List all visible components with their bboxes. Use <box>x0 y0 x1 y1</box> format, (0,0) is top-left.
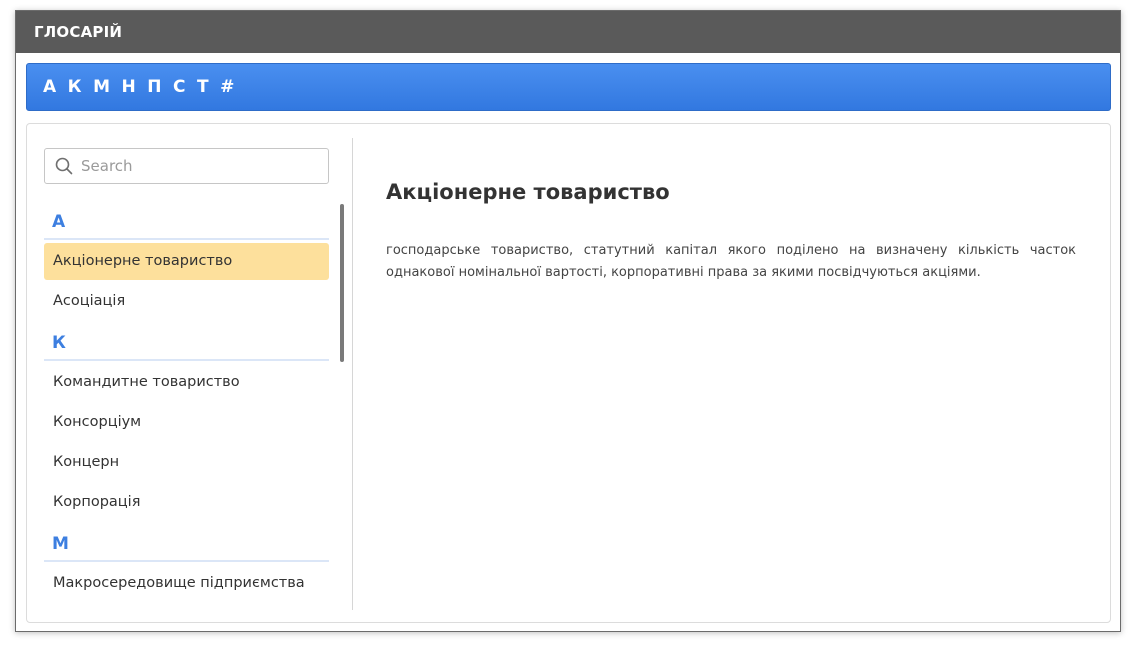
term-item[interactable]: Командитне товариство <box>44 364 329 401</box>
definition-text: господарське товариство, статутний капіт… <box>386 243 1076 280</box>
terms-list: А Акціонерне товариство Асоціація К Кома… <box>44 202 329 622</box>
term-item[interactable]: Концерн <box>44 444 329 481</box>
term-item[interactable]: Консорціум <box>44 404 329 441</box>
panel-divider <box>352 138 353 610</box>
search-icon <box>55 157 73 175</box>
alphabet-letter-m[interactable]: М <box>93 77 110 97</box>
alphabet-letter-a[interactable]: А <box>43 77 57 97</box>
alphabet-letter-s[interactable]: С <box>173 77 186 97</box>
term-item[interactable]: Асоціація <box>44 283 329 320</box>
glossary-window: ГЛОСАРІЙ А К М Н П С Т # А Акціонерне то… <box>15 10 1121 632</box>
alphabet-letter-k[interactable]: К <box>68 77 82 97</box>
alphabet-letter-hash[interactable]: # <box>220 77 235 97</box>
alphabet-letter-p[interactable]: П <box>147 77 162 97</box>
search-input[interactable] <box>81 157 311 175</box>
term-item[interactable]: Макросередовище підприємства <box>44 565 329 602</box>
alphabet-letter-t[interactable]: Т <box>197 77 209 97</box>
terms-sidebar: А Акціонерне товариство Асоціація К Кома… <box>27 124 352 622</box>
group-header-k: К <box>44 323 329 361</box>
definition-title: Акціонерне товариство <box>386 180 670 204</box>
term-item[interactable]: Корпорація <box>44 484 329 521</box>
term-item-selected[interactable]: Акціонерне товариство <box>44 243 329 280</box>
search-box[interactable] <box>44 148 329 184</box>
alphabet-letter-n[interactable]: Н <box>122 77 137 97</box>
window-title: ГЛОСАРІЙ <box>16 11 1120 53</box>
list-scrollbar[interactable] <box>340 204 344 362</box>
group-header-a: А <box>44 202 329 240</box>
alphabet-bar: А К М Н П С Т # <box>26 63 1111 111</box>
glossary-panel: А Акціонерне товариство Асоціація К Кома… <box>26 123 1111 623</box>
group-header-m: М <box>44 524 329 562</box>
